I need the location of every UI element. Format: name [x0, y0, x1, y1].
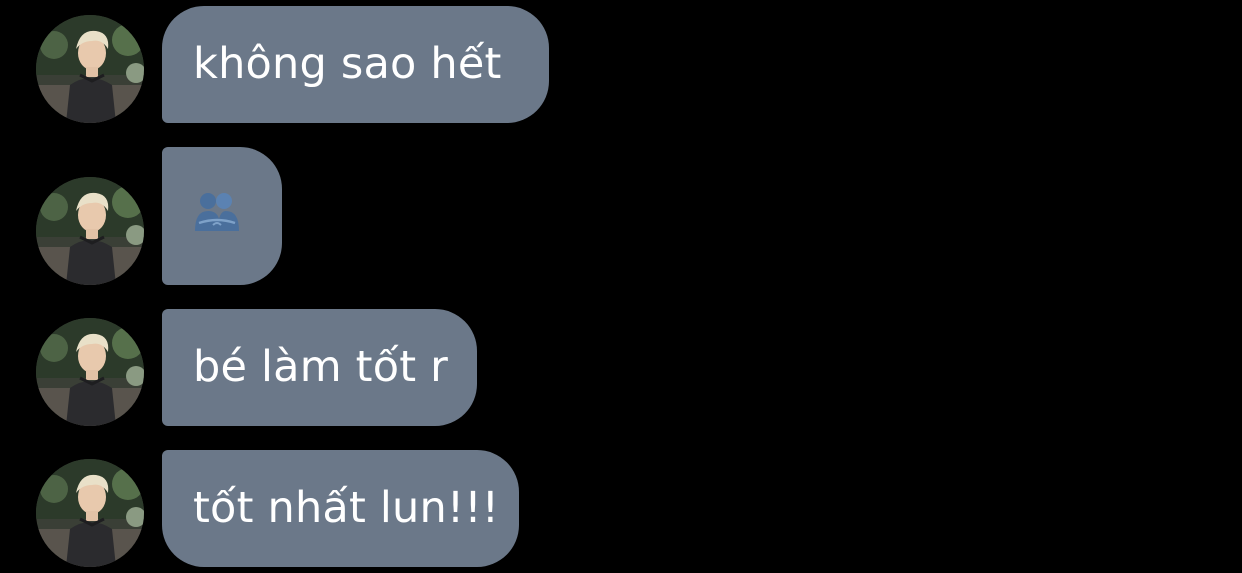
message-bubble[interactable]: bé làm tốt r: [162, 309, 477, 426]
message-text: bé làm tốt r: [193, 342, 449, 392]
message-bubble[interactable]: không sao hết: [162, 6, 549, 123]
avatar-photo: [36, 459, 144, 567]
message-text: không sao hết: [193, 39, 502, 89]
message-bubble[interactable]: tốt nhất lun!!!: [162, 450, 519, 567]
message-text: tốt nhất lun!!!: [193, 483, 500, 533]
avatar-photo: [36, 15, 144, 123]
avatar-photo: [36, 177, 144, 285]
avatar-photo: [36, 318, 144, 426]
avatar[interactable]: [36, 15, 144, 123]
people-hugging-icon: [193, 191, 241, 241]
avatar[interactable]: [36, 318, 144, 426]
avatar[interactable]: [36, 459, 144, 567]
avatar[interactable]: [36, 177, 144, 285]
message-bubble[interactable]: [162, 147, 282, 285]
